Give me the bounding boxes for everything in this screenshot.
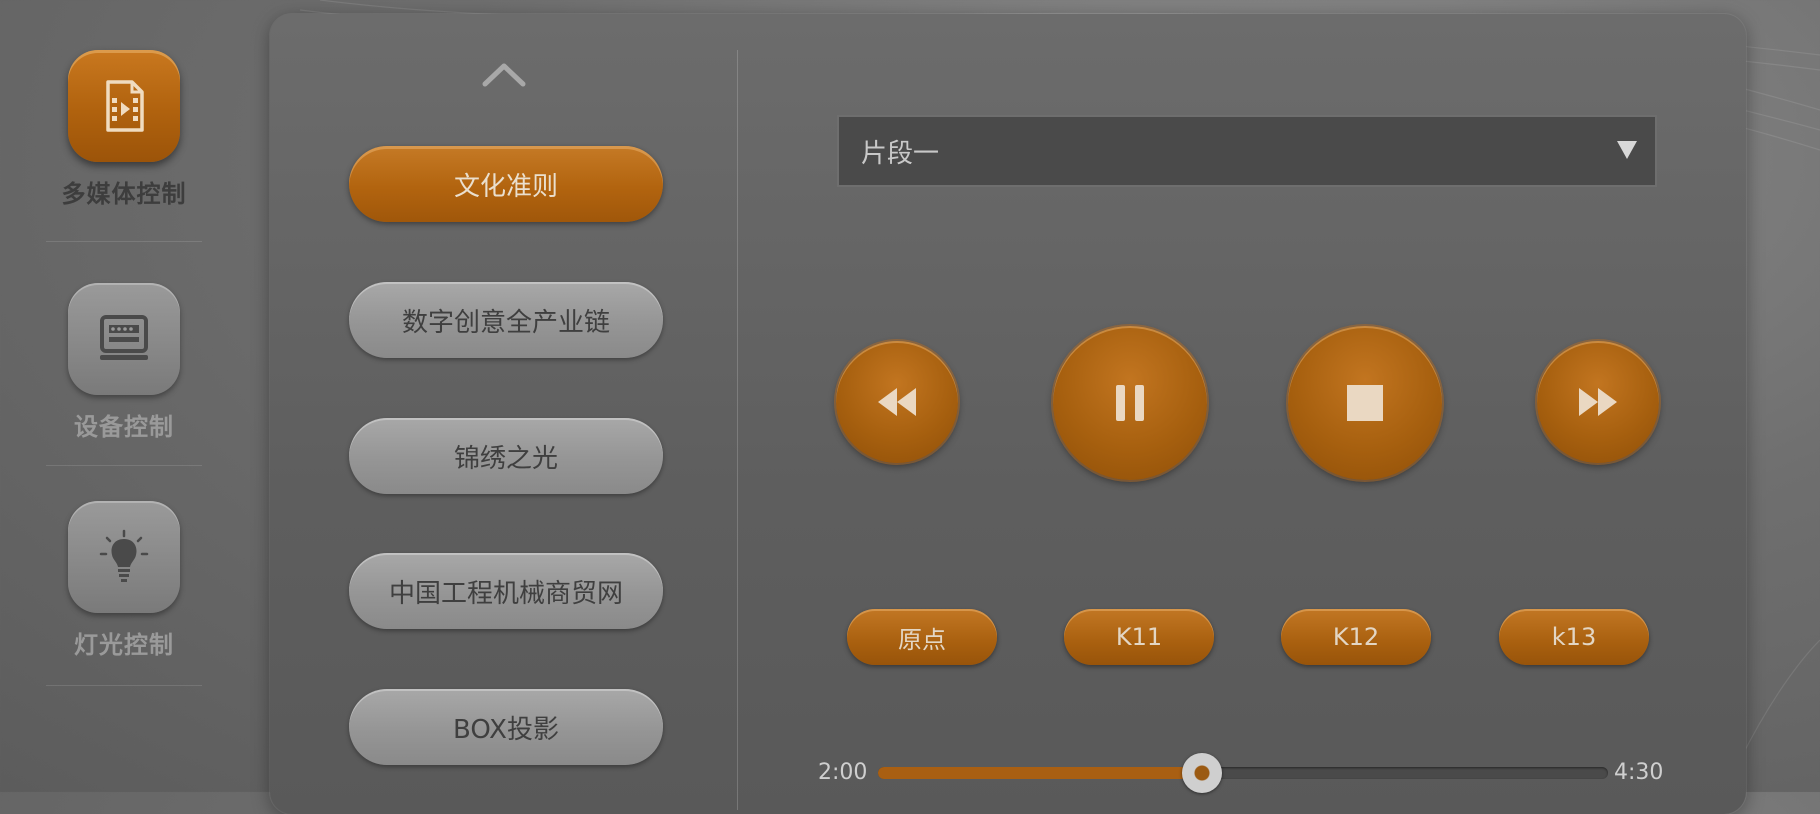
nav-divider	[46, 685, 202, 686]
segment-dropdown[interactable]: 片段一	[837, 115, 1657, 187]
nav-divider	[46, 465, 202, 466]
nav-divider	[46, 241, 202, 242]
chevron-up-icon[interactable]	[482, 58, 526, 90]
rewind-button[interactable]	[836, 341, 958, 463]
fast-forward-button[interactable]	[1537, 341, 1659, 463]
progress-track[interactable]	[878, 753, 1608, 793]
content-item-1[interactable]: 数字创意全产业链	[349, 282, 663, 358]
stop-icon	[1347, 385, 1383, 421]
dropdown-arrow-icon	[1617, 141, 1637, 159]
preset-k13-button[interactable]: k13	[1499, 609, 1649, 665]
content-item-4[interactable]: BOX投影	[349, 689, 663, 765]
nav-tile-device	[68, 283, 180, 395]
panel-divider	[737, 50, 738, 810]
current-time: 2:00	[818, 760, 868, 785]
lightbulb-icon	[99, 529, 149, 582]
nav-label-device: 设备控制	[74, 413, 174, 441]
nav-label-multimedia: 多媒体控制	[61, 180, 187, 208]
content-item-0[interactable]: 文化准则	[349, 146, 663, 222]
nav-label-lighting: 灯光控制	[74, 631, 174, 659]
nav-item-multimedia[interactable]: 多媒体控制	[46, 50, 202, 209]
content-item-3[interactable]: 中国工程机械商贸网	[349, 553, 663, 629]
monitor-icon	[100, 315, 148, 360]
side-navigation: 多媒体控制 设备控制 灯光控制	[0, 0, 250, 792]
nav-item-device[interactable]: 设备控制	[46, 283, 202, 442]
content-item-2[interactable]: 锦绣之光	[349, 418, 663, 494]
nav-tile-lighting	[68, 501, 180, 613]
nav-item-lighting[interactable]: 灯光控制	[46, 501, 202, 660]
pause-icon	[1116, 385, 1144, 421]
video-file-icon	[106, 80, 144, 132]
progress-fill	[878, 767, 1203, 779]
total-time: 4:30	[1614, 760, 1664, 785]
stop-button[interactable]	[1288, 326, 1442, 480]
nav-tile-multimedia	[68, 50, 180, 162]
preset-origin-button[interactable]: 原点	[847, 609, 997, 665]
pause-button[interactable]	[1053, 326, 1207, 480]
fast-forward-icon	[1579, 388, 1617, 416]
preset-k11-button[interactable]: K11	[1064, 609, 1214, 665]
rewind-icon	[878, 388, 916, 416]
segment-selected-value: 片段一	[861, 138, 940, 169]
preset-k12-button[interactable]: K12	[1281, 609, 1431, 665]
